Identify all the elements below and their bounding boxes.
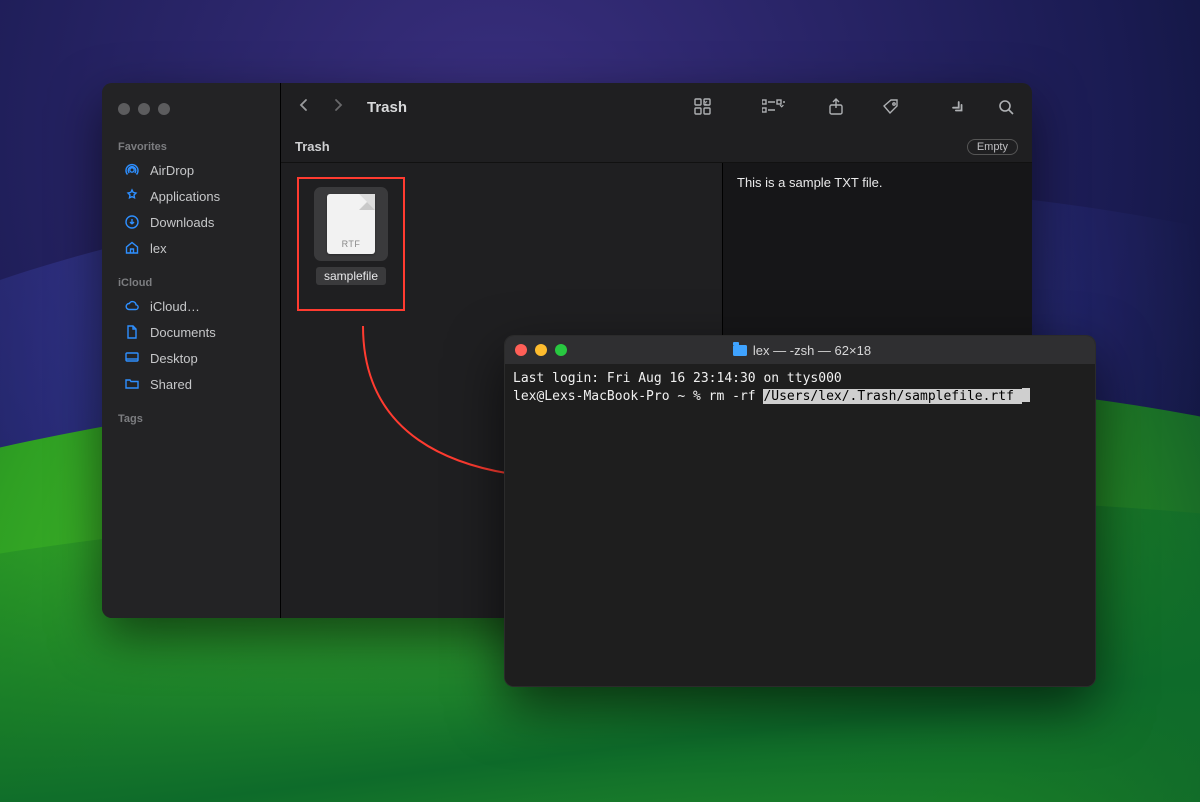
forward-button[interactable] (329, 94, 347, 121)
maximize-icon[interactable] (158, 103, 170, 115)
view-icons-button[interactable] (691, 96, 719, 118)
empty-trash-button[interactable]: Empty (967, 139, 1018, 155)
sidebar-section-favorites: Favorites (102, 135, 280, 157)
minimize-icon[interactable] (138, 103, 150, 115)
maximize-icon[interactable] (555, 344, 567, 356)
sidebar-item-documents[interactable]: Documents (108, 320, 274, 344)
shared-icon (124, 376, 142, 392)
documents-icon (124, 324, 142, 340)
sidebar-item-desktop[interactable]: Desktop (108, 346, 274, 370)
terminal-line: Last login: Fri Aug 16 23:14:30 on ttys0… (513, 371, 842, 386)
close-icon[interactable] (515, 344, 527, 356)
back-button[interactable] (295, 94, 313, 121)
share-button[interactable] (825, 96, 847, 118)
sidebar-item-label: iCloud… (150, 299, 200, 314)
sidebar-item-applications[interactable]: Applications (108, 184, 274, 208)
sidebar-item-home[interactable]: lex (108, 236, 274, 260)
terminal-cursor (1022, 388, 1030, 402)
applications-icon (124, 188, 142, 204)
file-name-label: samplefile (316, 267, 386, 285)
sidebar-item-label: AirDrop (150, 163, 194, 178)
finder-toolbar: Trash (281, 83, 1032, 131)
sidebar-item-label: Downloads (150, 215, 214, 230)
file-type-badge: RTF (327, 239, 375, 249)
downloads-icon (124, 214, 142, 230)
sidebar-item-label: lex (150, 241, 167, 256)
terminal-body[interactable]: Last login: Fri Aug 16 23:14:30 on ttys0… (505, 364, 1095, 686)
sidebar-item-label: Documents (150, 325, 216, 340)
tags-button[interactable] (879, 96, 903, 118)
group-button[interactable] (759, 97, 791, 117)
search-button[interactable] (995, 97, 1018, 118)
sidebar-section-tags: Tags (102, 407, 280, 429)
window-traffic-lights[interactable] (102, 93, 280, 135)
close-icon[interactable] (118, 103, 130, 115)
terminal-window: lex — -zsh — 62×18 Last login: Fri Aug 1… (504, 335, 1096, 687)
home-icon (124, 240, 142, 256)
terminal-title: lex — -zsh — 62×18 (575, 343, 1029, 358)
terminal-highlight-path: /Users/lex/.Trash/samplefile.rtf (763, 389, 1021, 404)
document-icon: RTF (327, 194, 375, 254)
sidebar-item-label: Applications (150, 189, 220, 204)
sidebar-item-label: Desktop (150, 351, 198, 366)
finder-pathbar: Trash Empty (281, 131, 1032, 163)
file-icon-frame: RTF (314, 187, 388, 261)
minimize-icon[interactable] (535, 344, 547, 356)
terminal-prompt: lex@Lexs-MacBook-Pro ~ % rm -rf (513, 389, 763, 404)
file-item-selected[interactable]: RTF samplefile (297, 177, 405, 311)
sidebar-item-downloads[interactable]: Downloads (108, 210, 274, 234)
sidebar-item-airdrop[interactable]: AirDrop (108, 158, 274, 182)
sidebar-item-shared[interactable]: Shared (108, 372, 274, 396)
overflow-button[interactable] (947, 97, 969, 117)
sidebar-item-icloud-drive[interactable]: iCloud… (108, 294, 274, 318)
preview-text: This is a sample TXT file. (737, 175, 882, 190)
path-label: Trash (295, 139, 330, 154)
sidebar-item-label: Shared (150, 377, 192, 392)
cloud-icon (124, 298, 142, 314)
finder-sidebar: Favorites AirDrop Applications Downloads… (102, 83, 280, 618)
desktop-icon (124, 350, 142, 366)
terminal-titlebar[interactable]: lex — -zsh — 62×18 (505, 336, 1095, 364)
airdrop-icon (124, 162, 142, 178)
finder-title: Trash (367, 99, 407, 116)
sidebar-section-icloud: iCloud (102, 271, 280, 293)
folder-icon (733, 345, 747, 356)
